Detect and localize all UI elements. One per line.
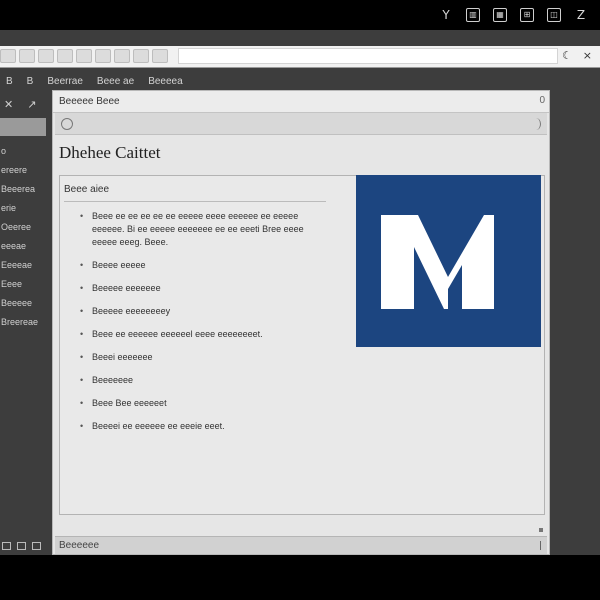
logo [356, 175, 541, 347]
panel-heading: Beee aiee [64, 184, 326, 202]
toolbar-row: B B Beerrae Beee ae Beeeea [0, 72, 183, 90]
tab[interactable] [57, 49, 73, 63]
logo-m-mark [381, 215, 494, 309]
toolbar-item[interactable]: B [27, 76, 34, 87]
tab[interactable] [19, 49, 35, 63]
sidebar-item[interactable]: Oeeree [0, 218, 48, 237]
layout-icon[interactable]: ▦ [493, 8, 507, 22]
list-item: Beee ee ee ee ee ee eeeee eeee eeeeee ee… [80, 210, 330, 249]
sidebar-item[interactable]: Beeeee [0, 294, 48, 313]
sidebar-item[interactable]: Breereae [0, 313, 48, 332]
system-top-bar: Y ▥ ▦ ⊞ ◫ Z [0, 0, 600, 30]
window-title: Beeeee Beee [59, 96, 120, 107]
toolbar-item[interactable]: Beeeea [148, 76, 182, 87]
list-item: Beeeee eeeeeee [80, 282, 330, 295]
document-window: Beeeee Beee 0 Dhehee Caittet Beee aiee B… [52, 90, 550, 555]
sidebar-item-selected[interactable] [0, 118, 46, 136]
tab[interactable] [152, 49, 168, 63]
search-bar[interactable] [55, 113, 547, 135]
window-control[interactable]: 0 [539, 95, 545, 106]
sidebar: ✕ ↗ o ereere Beeerea erie Oeeree eeeae E… [0, 94, 48, 554]
list-item: Beeei eeeeeee [80, 351, 330, 364]
sleep-icon[interactable]: Z [574, 8, 588, 22]
moon-icon[interactable]: ☾ [562, 49, 572, 62]
list-item: Beee ee eeeeee eeeeeel eeee eeeeeeeet. [80, 328, 330, 341]
toolbar-item[interactable]: Beee ae [97, 76, 134, 87]
tab[interactable] [114, 49, 130, 63]
sidebar-tools: ✕ ↗ [0, 94, 48, 114]
panel-icon[interactable]: ◫ [547, 8, 561, 22]
tab[interactable] [95, 49, 111, 63]
tab[interactable] [76, 49, 92, 63]
close-icon[interactable]: × [583, 49, 592, 62]
toolbar-item[interactable]: Beerrae [47, 76, 83, 87]
tab[interactable] [0, 49, 16, 63]
sidebar-item[interactable]: Eeeeae [0, 256, 48, 275]
tab-bar: ☾ × [0, 46, 600, 68]
refresh-icon[interactable] [531, 118, 541, 130]
address-bar[interactable] [178, 48, 558, 64]
resize-handle[interactable] [539, 528, 543, 532]
windows-icon[interactable]: ⊞ [520, 8, 534, 22]
bottom-bar [0, 555, 600, 600]
sidebar-list: o ereere Beeerea erie Oeeree eeeae Eeeea… [0, 142, 48, 332]
grid-icon[interactable]: ▥ [466, 8, 480, 22]
tab[interactable] [38, 49, 54, 63]
window-title-bar[interactable]: Beeeee Beee 0 [53, 91, 549, 113]
list-item: Beeee eeeee [80, 259, 330, 272]
list-item: Beeeee eeeeeeeey [80, 305, 330, 318]
bullet-list: Beee ee ee ee ee ee eeeee eeee eeeeee ee… [80, 210, 330, 443]
list-item: Beee Bee eeeeeet [80, 397, 330, 410]
sidebar-footer [2, 542, 41, 550]
footer-icon[interactable] [32, 542, 41, 550]
status-bar: Beeeeee [55, 536, 547, 554]
expand-icon[interactable]: ↗ [27, 98, 36, 111]
footer-icon[interactable] [17, 542, 26, 550]
sidebar-item[interactable]: Beeerea [0, 180, 48, 199]
system-tray: Y ▥ ▦ ⊞ ◫ Z [439, 8, 588, 22]
status-text: Beeeeee [59, 540, 100, 551]
collapse-icon[interactable]: ✕ [4, 98, 13, 111]
filter-icon[interactable]: Y [439, 8, 453, 22]
sidebar-item[interactable]: eeeae [0, 237, 48, 256]
tab[interactable] [133, 49, 149, 63]
sidebar-item[interactable]: Eeee [0, 275, 48, 294]
sidebar-item[interactable]: erie [0, 199, 48, 218]
screen: Y ▥ ▦ ⊞ ◫ Z ☾ × B B Beerrae Beee ae Beee… [0, 0, 600, 600]
toolbar-item[interactable]: B [6, 76, 13, 87]
footer-icon[interactable] [2, 542, 11, 550]
sidebar-item[interactable]: ereere [0, 161, 48, 180]
search-icon[interactable] [61, 118, 73, 130]
page-title: Dhehee Caittet [59, 143, 161, 162]
tab-strip [0, 49, 168, 63]
desktop: ☾ × B B Beerrae Beee ae Beeeea ✕ ↗ o ere… [0, 30, 600, 555]
list-item: Beeeeeee [80, 374, 330, 387]
list-item: Beeeei ee eeeeee ee eeeie eeet. [80, 420, 330, 433]
scroll-handle[interactable] [538, 541, 541, 550]
sidebar-item[interactable]: o [0, 142, 48, 161]
